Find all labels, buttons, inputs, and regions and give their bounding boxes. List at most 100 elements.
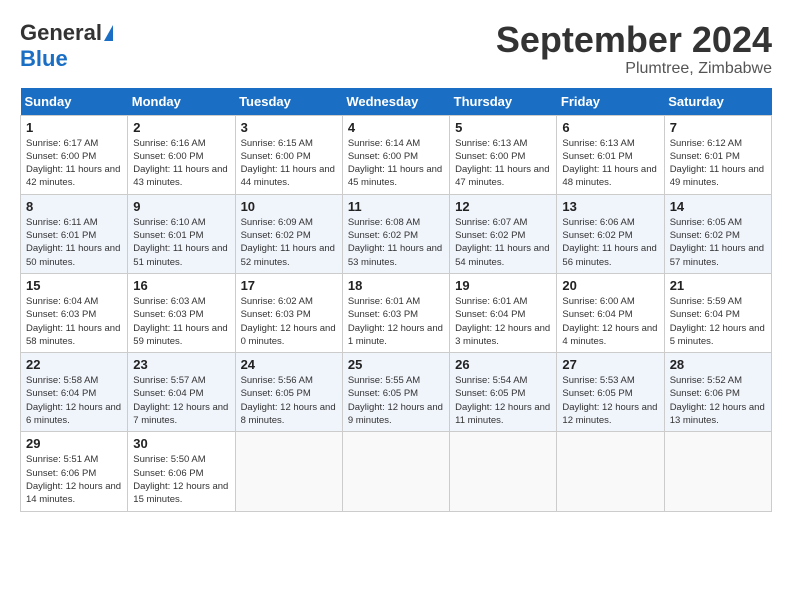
day-number: 11 bbox=[348, 199, 444, 214]
day-info: Sunrise: 5:51 AMSunset: 6:06 PMDaylight:… bbox=[26, 453, 122, 506]
day-number: 5 bbox=[455, 120, 551, 135]
calendar-day-cell: 7Sunrise: 6:12 AMSunset: 6:01 PMDaylight… bbox=[664, 115, 771, 194]
calendar-day-cell: 10 Sunrise: 6:09 AMSunset: 6:02 PMDayligh… bbox=[235, 194, 342, 273]
calendar-day-cell: 24 Sunrise: 5:56 AMSunset: 6:05 PMDayligh… bbox=[235, 353, 342, 432]
day-number: 9 bbox=[133, 199, 229, 214]
empty-cell bbox=[664, 432, 771, 511]
day-number: 26 bbox=[455, 357, 551, 372]
day-header-thursday: Thursday bbox=[450, 88, 557, 116]
day-info: Sunrise: 6:16 AMSunset: 6:00 PMDaylight:… bbox=[133, 137, 229, 190]
calendar-day-cell: 18 Sunrise: 6:01 AMSunset: 6:03 PMDayligh… bbox=[342, 273, 449, 352]
day-info: Sunrise: 5:50 AMSunset: 6:06 PMDaylight:… bbox=[133, 453, 229, 506]
day-number: 22 bbox=[26, 357, 122, 372]
day-number: 10 bbox=[241, 199, 337, 214]
day-info: Sunrise: 6:13 AMSunset: 6:01 PMDaylight:… bbox=[562, 137, 658, 190]
calendar-day-cell: 13Sunrise: 6:06 AMSunset: 6:02 PMDayligh… bbox=[557, 194, 664, 273]
calendar-week-row: 1 Sunrise: 6:17 AMSunset: 6:00 PMDaylight… bbox=[21, 115, 772, 194]
day-number: 14 bbox=[670, 199, 766, 214]
day-header-wednesday: Wednesday bbox=[342, 88, 449, 116]
day-number: 28 bbox=[670, 357, 766, 372]
calendar-day-cell: 16 Sunrise: 6:03 AMSunset: 6:03 PMDayligh… bbox=[128, 273, 235, 352]
calendar-day-cell: 14 Sunrise: 6:05 AMSunset: 6:02 PMDayligh… bbox=[664, 194, 771, 273]
day-info: Sunrise: 5:55 AMSunset: 6:05 PMDaylight:… bbox=[348, 374, 444, 427]
day-info: Sunrise: 5:56 AMSunset: 6:05 PMDaylight:… bbox=[241, 374, 337, 427]
day-number: 20 bbox=[562, 278, 658, 293]
calendar-day-cell: 21 Sunrise: 5:59 AMSunset: 6:04 PMDayligh… bbox=[664, 273, 771, 352]
day-header-friday: Friday bbox=[557, 88, 664, 116]
day-number: 19 bbox=[455, 278, 551, 293]
logo-triangle-icon bbox=[104, 25, 113, 41]
day-header-monday: Monday bbox=[128, 88, 235, 116]
logo-blue-text: Blue bbox=[20, 46, 68, 72]
day-info: Sunrise: 6:05 AMSunset: 6:02 PMDaylight:… bbox=[670, 216, 766, 269]
day-number: 2 bbox=[133, 120, 229, 135]
day-number: 17 bbox=[241, 278, 337, 293]
day-number: 13 bbox=[562, 199, 658, 214]
day-info: Sunrise: 6:01 AMSunset: 6:03 PMDaylight:… bbox=[348, 295, 444, 348]
calendar-week-row: 15 Sunrise: 6:04 AMSunset: 6:03 PMDayligh… bbox=[21, 273, 772, 352]
day-number: 24 bbox=[241, 357, 337, 372]
day-number: 18 bbox=[348, 278, 444, 293]
calendar-day-cell: 6 Sunrise: 6:13 AMSunset: 6:01 PMDaylight… bbox=[557, 115, 664, 194]
day-number: 16 bbox=[133, 278, 229, 293]
calendar-day-cell: 25 Sunrise: 5:55 AMSunset: 6:05 PMDayligh… bbox=[342, 353, 449, 432]
title-section: September 2024 Plumtree, Zimbabwe bbox=[496, 20, 772, 78]
calendar-week-row: 29 Sunrise: 5:51 AMSunset: 6:06 PMDayligh… bbox=[21, 432, 772, 511]
calendar-day-cell: 11Sunrise: 6:08 AMSunset: 6:02 PMDayligh… bbox=[342, 194, 449, 273]
day-number: 4 bbox=[348, 120, 444, 135]
day-info: Sunrise: 5:53 AMSunset: 6:05 PMDaylight:… bbox=[562, 374, 658, 427]
empty-cell bbox=[342, 432, 449, 511]
calendar-day-cell: 9 Sunrise: 6:10 AMSunset: 6:01 PMDaylight… bbox=[128, 194, 235, 273]
day-number: 12 bbox=[455, 199, 551, 214]
day-info: Sunrise: 5:58 AMSunset: 6:04 PMDaylight:… bbox=[26, 374, 122, 427]
day-number: 6 bbox=[562, 120, 658, 135]
day-number: 27 bbox=[562, 357, 658, 372]
empty-cell bbox=[235, 432, 342, 511]
logo-general-text: General bbox=[20, 20, 102, 46]
day-info: Sunrise: 6:04 AMSunset: 6:03 PMDaylight:… bbox=[26, 295, 122, 348]
empty-cell bbox=[450, 432, 557, 511]
day-info: Sunrise: 5:54 AMSunset: 6:05 PMDaylight:… bbox=[455, 374, 551, 427]
day-info: Sunrise: 6:17 AMSunset: 6:00 PMDaylight:… bbox=[26, 137, 122, 190]
day-number: 3 bbox=[241, 120, 337, 135]
day-header-tuesday: Tuesday bbox=[235, 88, 342, 116]
calendar-day-cell: 28 Sunrise: 5:52 AMSunset: 6:06 PMDayligh… bbox=[664, 353, 771, 432]
day-number: 8 bbox=[26, 199, 122, 214]
day-info: Sunrise: 5:57 AMSunset: 6:04 PMDaylight:… bbox=[133, 374, 229, 427]
day-number: 1 bbox=[26, 120, 122, 135]
empty-cell bbox=[557, 432, 664, 511]
calendar-day-cell: 4Sunrise: 6:14 AMSunset: 6:00 PMDaylight… bbox=[342, 115, 449, 194]
logo: General Blue bbox=[20, 20, 113, 72]
day-number: 21 bbox=[670, 278, 766, 293]
day-number: 29 bbox=[26, 436, 122, 451]
calendar-day-cell: 12 Sunrise: 6:07 AMSunset: 6:02 PMDayligh… bbox=[450, 194, 557, 273]
calendar-day-cell: 19 Sunrise: 6:01 AMSunset: 6:04 PMDayligh… bbox=[450, 273, 557, 352]
day-info: Sunrise: 6:15 AMSunset: 6:00 PMDaylight:… bbox=[241, 137, 337, 190]
day-info: Sunrise: 6:12 AMSunset: 6:01 PMDaylight:… bbox=[670, 137, 766, 190]
day-info: Sunrise: 6:07 AMSunset: 6:02 PMDaylight:… bbox=[455, 216, 551, 269]
day-info: Sunrise: 6:00 AMSunset: 6:04 PMDaylight:… bbox=[562, 295, 658, 348]
day-info: Sunrise: 6:11 AMSunset: 6:01 PMDaylight:… bbox=[26, 216, 122, 269]
calendar-day-cell: 29 Sunrise: 5:51 AMSunset: 6:06 PMDayligh… bbox=[21, 432, 128, 511]
day-info: Sunrise: 6:03 AMSunset: 6:03 PMDaylight:… bbox=[133, 295, 229, 348]
calendar-day-cell: 2 Sunrise: 6:16 AMSunset: 6:00 PMDaylight… bbox=[128, 115, 235, 194]
day-info: Sunrise: 6:09 AMSunset: 6:02 PMDaylight:… bbox=[241, 216, 337, 269]
calendar-day-cell: 27 Sunrise: 5:53 AMSunset: 6:05 PMDayligh… bbox=[557, 353, 664, 432]
calendar-day-cell: 22 Sunrise: 5:58 AMSunset: 6:04 PMDayligh… bbox=[21, 353, 128, 432]
calendar-day-cell: 20 Sunrise: 6:00 AMSunset: 6:04 PMDayligh… bbox=[557, 273, 664, 352]
month-title: September 2024 bbox=[496, 20, 772, 60]
day-info: Sunrise: 6:01 AMSunset: 6:04 PMDaylight:… bbox=[455, 295, 551, 348]
calendar-day-cell: 1 Sunrise: 6:17 AMSunset: 6:00 PMDaylight… bbox=[21, 115, 128, 194]
day-number: 30 bbox=[133, 436, 229, 451]
calendar-day-cell: 26 Sunrise: 5:54 AMSunset: 6:05 PMDayligh… bbox=[450, 353, 557, 432]
day-number: 23 bbox=[133, 357, 229, 372]
calendar-day-cell: 30 Sunrise: 5:50 AMSunset: 6:06 PMDayligh… bbox=[128, 432, 235, 511]
day-number: 15 bbox=[26, 278, 122, 293]
day-number: 25 bbox=[348, 357, 444, 372]
calendar-table: SundayMondayTuesdayWednesdayThursdayFrid… bbox=[20, 88, 772, 512]
day-info: Sunrise: 5:59 AMSunset: 6:04 PMDaylight:… bbox=[670, 295, 766, 348]
day-info: Sunrise: 5:52 AMSunset: 6:06 PMDaylight:… bbox=[670, 374, 766, 427]
day-info: Sunrise: 6:10 AMSunset: 6:01 PMDaylight:… bbox=[133, 216, 229, 269]
day-info: Sunrise: 6:02 AMSunset: 6:03 PMDaylight:… bbox=[241, 295, 337, 348]
calendar-day-cell: 15 Sunrise: 6:04 AMSunset: 6:03 PMDayligh… bbox=[21, 273, 128, 352]
